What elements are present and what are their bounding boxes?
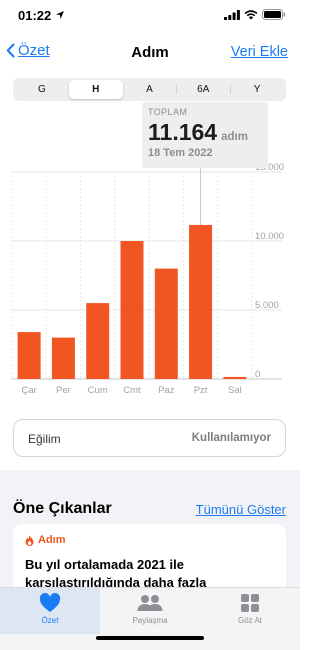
trend-label: Eğilim <box>28 432 61 446</box>
y-tick-label: 5.000 <box>255 300 279 311</box>
x-tick-label: Sal <box>228 385 242 396</box>
status-bar: 01:22 <box>0 0 300 30</box>
tab-bar: Özet Paylaşma Göz At <box>0 587 300 650</box>
tab-summary[interactable]: Özet <box>0 588 100 634</box>
heart-icon <box>39 593 61 612</box>
x-tick-label: Cum <box>88 385 108 396</box>
tooltip-unit: adım <box>221 131 248 143</box>
status-time: 01:22 <box>18 8 52 23</box>
tooltip-value-row: 11.164 adım <box>148 119 262 146</box>
highlights-title: Öne Çıkanlar <box>13 500 112 517</box>
highlight-card[interactable]: Adım Bu yıl ortalamada 2021 ile karşılaş… <box>13 524 286 594</box>
tab-sharing-label: Paylaşma <box>132 616 168 625</box>
segment-year[interactable]: Y <box>230 80 284 99</box>
bar-Cum <box>86 303 110 379</box>
tab-sharing[interactable]: Paylaşma <box>100 588 200 634</box>
flame-icon <box>25 535 34 546</box>
people-icon <box>137 595 163 611</box>
tab-browse-label: Göz At <box>237 616 262 625</box>
segment-month[interactable]: A <box>123 80 177 99</box>
y-tick-label: 10.000 <box>255 231 284 242</box>
tooltip-label: TOPLAM <box>148 107 188 117</box>
bar-Paz <box>154 268 178 379</box>
home-indicator <box>96 636 204 640</box>
segment-week[interactable]: H <box>68 80 123 99</box>
status-icons <box>224 9 286 20</box>
tooltip-date: 18 Tem 2022 <box>148 147 213 159</box>
wifi-icon <box>244 9 258 20</box>
bar-Çar <box>17 332 41 379</box>
tab-browse[interactable]: Göz At <box>200 588 300 634</box>
x-tick-label: Pzt <box>194 385 208 396</box>
battery-icon <box>262 9 286 20</box>
segment-six-months[interactable]: 6A <box>176 80 230 99</box>
grid-icon <box>241 594 259 612</box>
back-button[interactable]: Özet <box>6 42 50 59</box>
bar-Cmt <box>120 241 144 379</box>
location-arrow-icon <box>56 11 64 19</box>
signal-icon <box>224 9 240 20</box>
highlight-card-category: Adım <box>38 534 66 546</box>
chevron-left-icon <box>6 43 15 58</box>
x-tick-label: Per <box>56 385 71 396</box>
bar-Per <box>51 337 75 379</box>
bar-Sal <box>223 376 247 379</box>
back-button-label: Özet <box>18 42 50 59</box>
x-tick-label: Cmt <box>123 385 141 396</box>
navigation-bar: Özet Adım Veri Ekle <box>0 36 300 68</box>
selection-tooltip: TOPLAM 11.164 adım 18 Tem 2022 <box>142 102 268 168</box>
x-tick-label: Çar <box>21 385 36 396</box>
range-segmented-control: G H A 6A Y <box>13 78 286 101</box>
highlight-card-header: Adım <box>25 534 66 546</box>
trend-value: Kullanılamıyor <box>191 432 271 444</box>
x-tick-label: Paz <box>158 385 175 396</box>
tab-summary-label: Özet <box>41 616 59 625</box>
tooltip-value: 11.164 <box>148 119 218 145</box>
y-tick-label: 0 <box>255 369 260 380</box>
add-data-button[interactable]: Veri Ekle <box>231 44 288 60</box>
trend-row[interactable]: Eğilim Kullanılamıyor <box>13 419 286 457</box>
show-all-link[interactable]: Tümünü Göster <box>196 502 286 517</box>
segment-day[interactable]: G <box>15 80 69 99</box>
bar-Pzt <box>189 224 213 379</box>
